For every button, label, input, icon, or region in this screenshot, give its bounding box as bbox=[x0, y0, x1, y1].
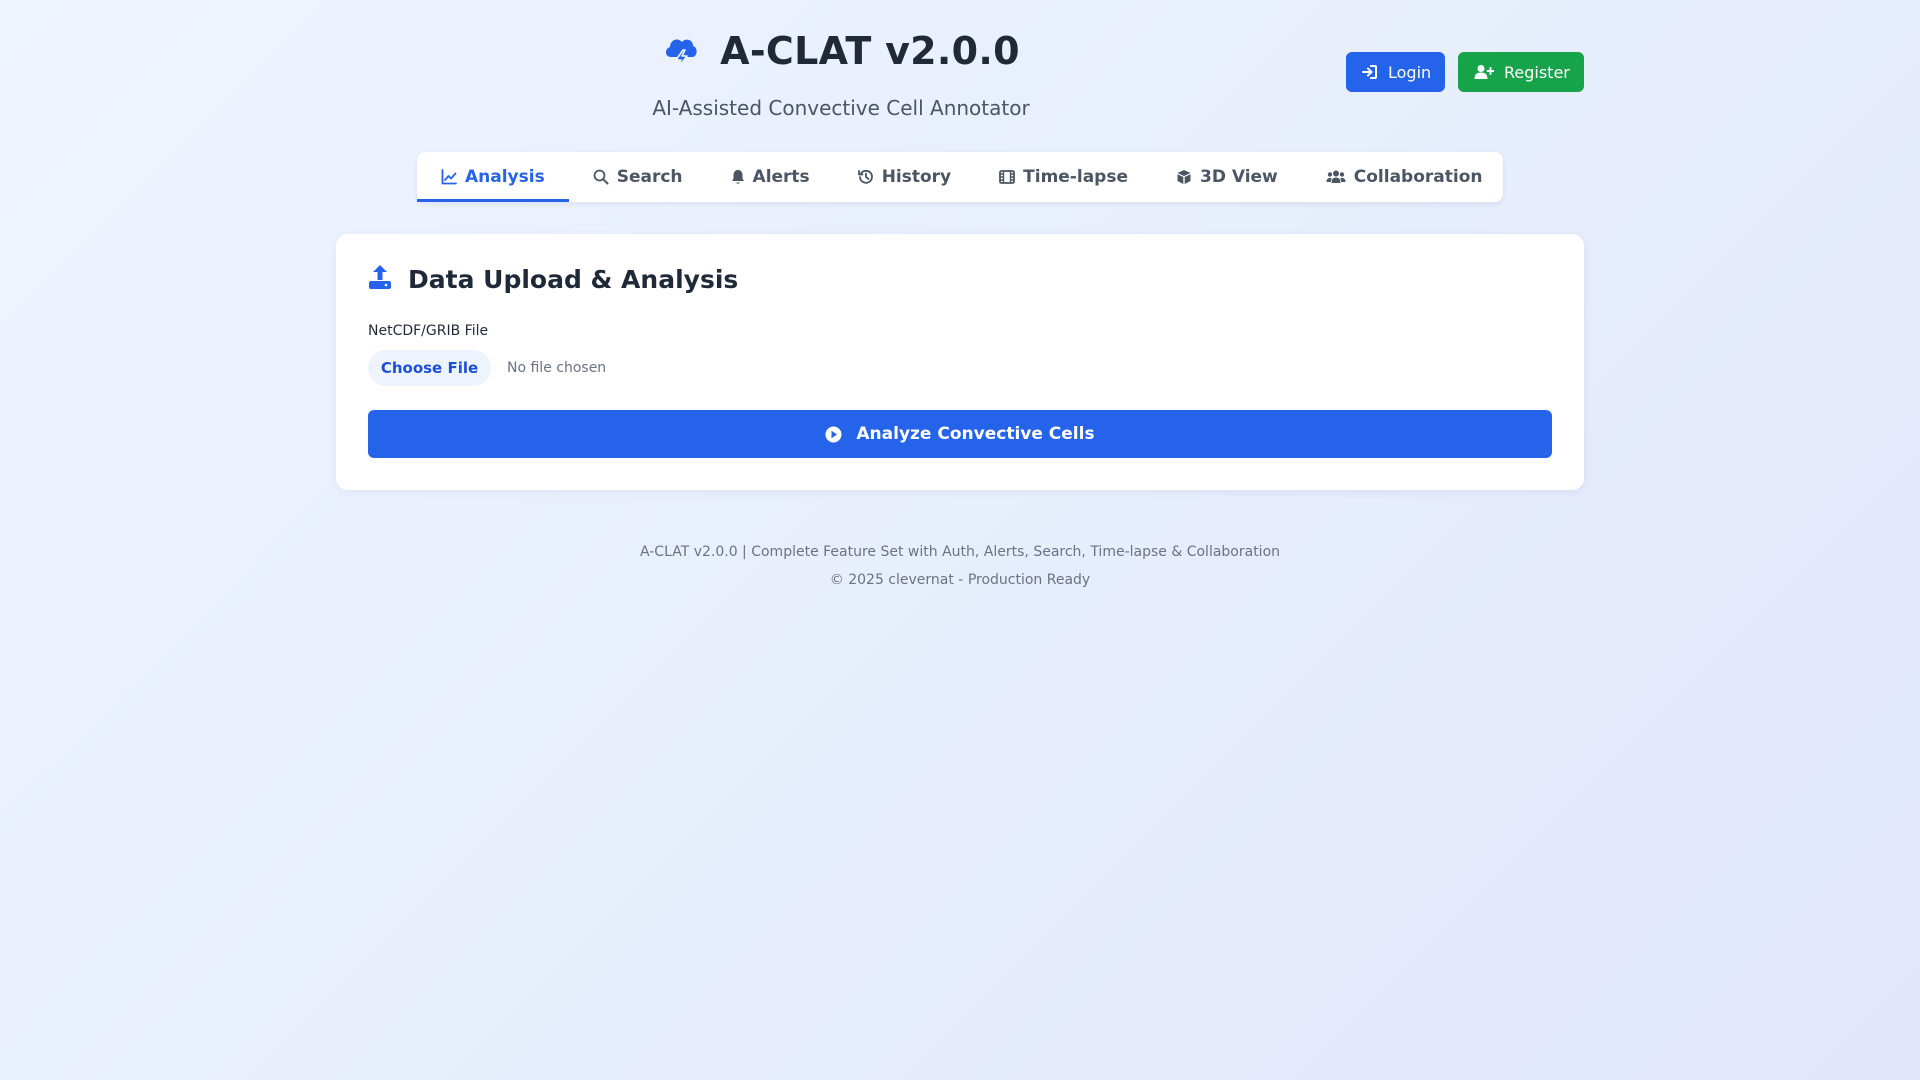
tab-history[interactable]: History bbox=[834, 152, 975, 202]
login-button[interactable]: Login bbox=[1346, 52, 1445, 92]
tab-3d-view[interactable]: 3D View bbox=[1152, 152, 1302, 202]
app-title: A-CLAT v2.0.0 bbox=[720, 29, 1020, 73]
file-input[interactable]: Choose File No file chosen bbox=[368, 350, 606, 386]
analyze-button-label: Analyze Convective Cells bbox=[856, 424, 1095, 444]
tab-label: Search bbox=[616, 167, 683, 187]
users-icon bbox=[1326, 169, 1346, 185]
auth-buttons: Login Register bbox=[1346, 52, 1584, 92]
footer-line-2: © 2025 clevernat - Production Ready bbox=[829, 572, 1091, 588]
analyze-button[interactable]: Analyze Convective Cells bbox=[368, 410, 1552, 458]
tab-label: Alerts bbox=[752, 167, 810, 187]
footer-line-1: A-CLAT v2.0.0 | Complete Feature Set wit… bbox=[639, 544, 1281, 560]
login-label: Login bbox=[1388, 62, 1432, 82]
tab-label: Collaboration bbox=[1353, 167, 1483, 187]
sign-in-icon bbox=[1362, 64, 1378, 80]
file-field-label: NetCDF/GRIB File bbox=[368, 323, 489, 339]
page-header: A-CLAT v2.0.0 AI-Assisted Convective Cel… bbox=[0, 0, 1920, 120]
tab-alerts[interactable]: Alerts bbox=[707, 152, 834, 202]
cloud-bolt-icon bbox=[662, 32, 700, 70]
tab-label: Analysis bbox=[465, 167, 545, 187]
search-icon bbox=[593, 169, 609, 185]
main-tabs: Analysis Search Alerts History Time-laps… bbox=[417, 152, 1503, 202]
tab-label: History bbox=[881, 167, 952, 187]
tab-time-lapse[interactable]: Time-lapse bbox=[975, 152, 1152, 202]
bell-icon bbox=[731, 169, 745, 185]
upload-card: Data Upload & Analysis NetCDF/GRIB File … bbox=[336, 234, 1584, 490]
app-subtitle: AI-Assisted Convective Cell Annotator bbox=[652, 96, 1030, 120]
film-icon bbox=[999, 169, 1016, 185]
cube-icon bbox=[1176, 169, 1192, 185]
chart-line-icon bbox=[441, 169, 457, 185]
choose-file-button[interactable]: Choose File bbox=[368, 350, 491, 386]
card-header: Data Upload & Analysis bbox=[368, 264, 738, 294]
tab-label: 3D View bbox=[1199, 167, 1278, 187]
title-row: A-CLAT v2.0.0 bbox=[560, 26, 1122, 76]
history-icon bbox=[857, 169, 874, 185]
card-title: Data Upload & Analysis bbox=[408, 264, 739, 294]
user-plus-icon bbox=[1474, 64, 1494, 80]
register-button[interactable]: Register bbox=[1458, 52, 1584, 92]
page-footer: A-CLAT v2.0.0 | Complete Feature Set wit… bbox=[0, 538, 1920, 594]
play-circle-icon bbox=[825, 426, 842, 443]
tab-collaboration[interactable]: Collaboration bbox=[1302, 152, 1507, 202]
tab-analysis[interactable]: Analysis bbox=[417, 152, 569, 202]
brand: A-CLAT v2.0.0 AI-Assisted Convective Cel… bbox=[560, 26, 1122, 120]
tab-search[interactable]: Search bbox=[569, 152, 707, 202]
tab-label: Time-lapse bbox=[1023, 167, 1128, 187]
register-label: Register bbox=[1504, 62, 1570, 82]
upload-icon bbox=[368, 264, 392, 294]
file-status: No file chosen bbox=[507, 360, 607, 376]
